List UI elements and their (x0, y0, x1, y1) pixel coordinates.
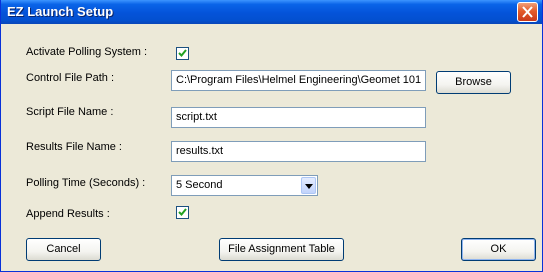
results-file-name-label: Results File Name : (26, 141, 122, 153)
chevron-down-icon (305, 184, 313, 189)
cancel-button[interactable]: Cancel (26, 238, 101, 261)
checkmark-icon (178, 49, 187, 57)
ez-launch-setup-dialog: EZ Launch Setup Activate Polling System … (0, 0, 543, 272)
control-file-path-input[interactable]: C:\Program Files\Helmel Engineering\Geom… (171, 70, 426, 91)
ok-button[interactable]: OK (461, 238, 536, 261)
close-icon (522, 6, 533, 18)
window-title: EZ Launch Setup (7, 4, 114, 19)
polling-time-select[interactable]: 5 Second (171, 175, 318, 196)
close-button[interactable] (517, 2, 538, 22)
file-assignment-table-button[interactable]: File Assignment Table (219, 238, 344, 261)
script-file-name-input[interactable]: script.txt (171, 107, 426, 128)
browse-button[interactable]: Browse (436, 71, 511, 94)
append-results-checkbox[interactable] (176, 206, 189, 219)
polling-time-label: Polling Time (Seconds) : (26, 177, 146, 189)
control-file-path-label: Control File Path : (26, 72, 115, 84)
activate-polling-checkbox[interactable] (176, 47, 189, 60)
polling-time-dropdown-button[interactable] (301, 177, 316, 194)
append-results-label: Append Results : (26, 208, 110, 220)
dialog-content: Activate Polling System : Control File P… (1, 24, 542, 271)
title-bar[interactable]: EZ Launch Setup (1, 0, 542, 24)
activate-polling-label: Activate Polling System : (26, 46, 148, 58)
results-file-name-input[interactable]: results.txt (171, 141, 426, 162)
checkmark-icon (178, 208, 187, 216)
polling-time-selected-value: 5 Second (176, 179, 223, 191)
script-file-name-label: Script File Name : (26, 106, 114, 118)
